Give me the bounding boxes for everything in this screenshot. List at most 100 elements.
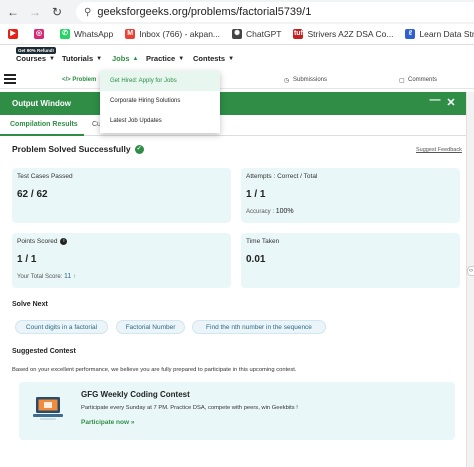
- bookmark-label: WhatsApp: [74, 29, 114, 39]
- check-circle-icon: ✓: [134, 144, 144, 154]
- nav-practice-label: Practice: [146, 54, 176, 63]
- output-window-header: Output Window — ✕: [0, 92, 474, 115]
- arrow-up-icon: ↑: [73, 274, 76, 280]
- tab-problem[interactable]: </> Problem: [62, 77, 96, 83]
- card-label: Test Cases Passed: [17, 173, 73, 180]
- scrollbar[interactable]: ‹›: [466, 92, 474, 467]
- total-score-row: Your Total Score: 11 ↑: [17, 273, 76, 280]
- bookmark-favicon-icon: ℓ: [405, 29, 416, 39]
- card-value: 1 / 1: [17, 254, 37, 265]
- bookmark-item[interactable]: ℓLearn Data Structur...: [405, 29, 474, 39]
- total-score-value: 11: [64, 273, 72, 280]
- jobs-menu-item[interactable]: Get Hired: Apply for Jobs: [100, 71, 220, 91]
- minimize-icon[interactable]: —: [428, 94, 442, 106]
- bookmark-label: Strivers A2Z DSA Co...: [307, 29, 394, 39]
- bookmark-label: ChatGPT: [246, 29, 282, 39]
- solve-next-chip[interactable]: Factorial Number: [116, 320, 185, 334]
- contest-title: GFG Weekly Coding Contest: [81, 390, 190, 399]
- solve-next-chip[interactable]: Find the nth number in the sequence: [192, 320, 326, 334]
- status-text: Problem Solved Successfully: [12, 144, 131, 154]
- problem-tab-bar: </> Problem ◷ Submissions ▢ Comments: [0, 71, 474, 89]
- bookmark-label: Inbox (766) - akpan...: [139, 29, 221, 39]
- bookmark-item[interactable]: ◎: [34, 29, 48, 39]
- scrollbar-thumb[interactable]: [468, 92, 474, 467]
- jobs-menu-item[interactable]: Corporate Hiring Solutions: [100, 91, 220, 111]
- chevron-down-icon: ▼: [178, 55, 185, 62]
- laptop-icon: [33, 397, 63, 420]
- nav-tutorials[interactable]: Tutorials ▼: [62, 54, 102, 63]
- tab-compilation-results[interactable]: Compilation Results: [10, 121, 78, 128]
- card-label: Attempts : Correct / Total: [246, 173, 318, 180]
- menu-icon[interactable]: [4, 74, 16, 84]
- participate-now-link[interactable]: Participate now »: [81, 419, 134, 426]
- time-card: Time Taken 0.01: [241, 233, 460, 288]
- bookmark-favicon-icon: ◎: [34, 29, 44, 39]
- site-info-icon[interactable]: ⚲: [84, 7, 91, 18]
- card-label: Time Taken: [246, 238, 280, 245]
- card-value: 0.01: [246, 254, 266, 265]
- forward-button[interactable]: →: [24, 0, 46, 24]
- contest-desc: Participate every Sunday at 7 PM. Practi…: [81, 405, 298, 411]
- nav-jobs-label: Jobs: [112, 54, 130, 63]
- bookmark-item[interactable]: ✆ WhatsApp: [60, 29, 113, 39]
- reload-button[interactable]: ↻: [46, 0, 68, 24]
- site-header: Get 90% Refund! Courses ▼ Tutorials ▼ Jobs…: [0, 45, 474, 71]
- jobs-menu-item[interactable]: Latest Job Updates: [100, 111, 220, 131]
- output-window-title: Output Window: [12, 99, 72, 108]
- accuracy-row: Accuracy : 100%: [246, 208, 294, 215]
- comment-icon: ▢: [399, 78, 405, 84]
- bookmark-item[interactable]: ▶: [8, 29, 22, 39]
- close-icon[interactable]: ✕: [444, 96, 458, 109]
- card-label-row: Points Scored i: [17, 238, 68, 245]
- suggest-feedback-link[interactable]: Suggest Feedback: [416, 147, 462, 153]
- nav-courses-label: Courses: [16, 54, 47, 63]
- card-label: Points Scored: [17, 238, 58, 245]
- total-score-label: Your Total Score:: [17, 274, 63, 280]
- refund-badge[interactable]: Get 90% Refund!: [16, 47, 57, 54]
- attempts-card: Attempts : Correct / Total 1 / 1 Accurac…: [241, 168, 460, 223]
- compilation-results-panel: Problem Solved Successfully ✓ Suggest Fe…: [0, 136, 466, 467]
- chevron-up-icon: ▲: [132, 55, 139, 62]
- chevron-down-icon: ▼: [228, 55, 235, 62]
- chevron-down-icon: ▼: [49, 55, 55, 62]
- info-icon[interactable]: i: [60, 238, 68, 245]
- tab-submissions[interactable]: Submissions: [293, 77, 327, 83]
- card-value: 62 / 62: [17, 189, 48, 200]
- submissions-icon: ◷: [284, 78, 290, 84]
- accuracy-label: Accuracy :: [246, 209, 275, 215]
- nav-contests-label: Contests: [193, 54, 226, 63]
- contest-card[interactable]: GFG Weekly Coding Contest Participate ev…: [19, 382, 455, 440]
- bookmark-item[interactable]: ✺ ChatGPT: [232, 29, 281, 39]
- status-row: Problem Solved Successfully ✓: [12, 144, 144, 154]
- nav-contests[interactable]: Contests ▼: [193, 54, 234, 63]
- address-bar[interactable]: ⚲ geeksforgeeks.org/problems/factorial57…: [76, 2, 474, 22]
- solve-next-chip[interactable]: Count digits in a factorial: [15, 320, 108, 334]
- suggested-contest-title: Suggested Contest: [12, 348, 76, 355]
- solve-next-title: Solve Next: [12, 301, 48, 308]
- nav-jobs[interactable]: Jobs ▲: [112, 54, 138, 63]
- accuracy-value: 100%: [275, 208, 294, 215]
- tab-comments[interactable]: Comments: [408, 77, 437, 83]
- collapse-handle-icon[interactable]: ‹›: [467, 266, 474, 276]
- bookmark-item[interactable]: tuf Strivers A2Z DSA Co...: [293, 29, 393, 39]
- nav-practice[interactable]: Practice ▼: [146, 54, 184, 63]
- bookmark-label: Learn Data Structur...: [419, 29, 474, 39]
- screen: ← → ↻ ⚲ geeksforgeeks.org/problems/facto…: [0, 0, 474, 467]
- output-tabs: Compilation Results Cu: [0, 115, 466, 136]
- bookmark-item[interactable]: M Inbox (766) - akpan...: [125, 29, 220, 39]
- chevron-down-icon: ▼: [96, 55, 103, 62]
- jobs-dropdown: Get Hired: Apply for Jobs Corporate Hiri…: [100, 71, 220, 133]
- nav-tutorials-label: Tutorials: [62, 54, 94, 63]
- bookmark-favicon-icon: M: [125, 29, 136, 39]
- test-cases-card: Test Cases Passed 62 / 62: [12, 168, 231, 223]
- back-button[interactable]: ←: [2, 0, 24, 24]
- browser-toolbar: ← → ↻ ⚲ geeksforgeeks.org/problems/facto…: [0, 0, 474, 24]
- card-value: 1 / 1: [246, 189, 266, 200]
- nav-courses[interactable]: Courses ▼: [16, 54, 55, 63]
- bookmark-favicon-icon: tuf: [293, 29, 304, 39]
- bookmark-favicon-icon: ✺: [232, 29, 243, 39]
- bookmark-favicon-icon: ▶: [8, 29, 18, 39]
- bookmark-favicon-icon: ✆: [60, 29, 70, 39]
- bookmarks-bar: ▶ ◎ ✆ WhatsApp M Inbox (766) - akpan... ✺ ChatG…: [0, 24, 474, 45]
- suggested-contest-desc: Based on your excellent performance, we …: [12, 367, 297, 373]
